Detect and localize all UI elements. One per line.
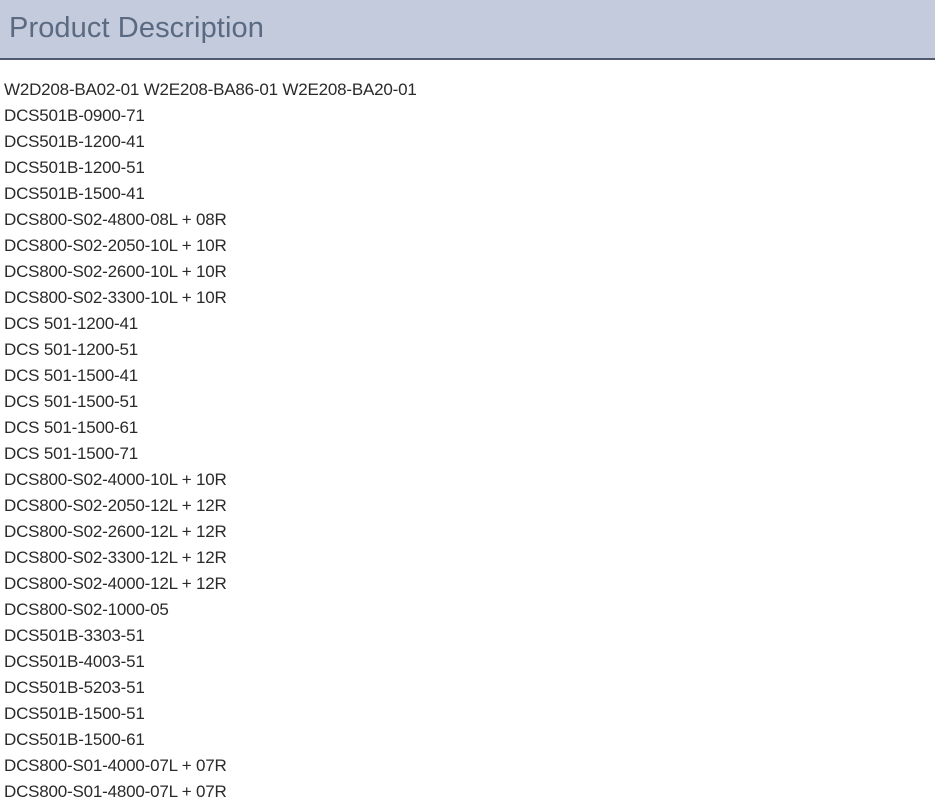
product-item: DCS501B-1500-41 [4,184,145,203]
product-item: DCS501B-1500-51 [4,704,145,723]
product-item: DCS501B-4003-51 [4,652,145,671]
product-description-page: Product Description W2D208-BA02-01 W2E20… [0,0,935,804]
product-item: DCS 501-1500-71 [4,444,139,463]
section-title: Product Description [9,12,264,44]
product-item: DCS800-S02-2050-10L + 10R [4,236,227,255]
product-item: DCS501B-3303-51 [4,626,145,645]
product-item: DCS 501-1200-51 [4,340,139,359]
product-item: DCS800-S01-4800-07L + 07R [4,782,227,801]
product-item: DCS800-S02-4000-12L + 12R [4,574,227,593]
product-item: DCS501B-5203-51 [4,678,145,697]
product-item: DCS 501-1500-61 [4,418,139,437]
product-item: DCS501B-1200-51 [4,158,145,177]
product-item: DCS800-S02-2050-12L + 12R [4,496,227,515]
product-item: DCS501B-1500-61 [4,730,145,749]
product-item: DCS800-S02-4800-08L + 08R [4,210,227,229]
product-item: DCS800-S02-3300-12L + 12R [4,548,227,567]
product-item: DCS501B-0900-71 [4,106,145,125]
product-item: DCS 501-1200-41 [4,314,139,333]
product-item: DCS800-S02-1000-05 [4,600,169,619]
product-item: DCS800-S02-2600-10L + 10R [4,262,227,281]
product-item: DCS800-S02-4000-10L + 10R [4,470,227,489]
product-item: DCS 501-1500-41 [4,366,139,385]
product-list: W2D208-BA02-01 W2E208-BA86-01 W2E208-BA2… [4,77,417,804]
product-item: DCS800-S01-4000-07L + 07R [4,756,227,775]
section-header: Product Description [0,0,935,60]
product-item: DCS501B-1200-41 [4,132,145,151]
product-item: DCS 501-1500-51 [4,392,139,411]
product-item: W2D208-BA02-01 W2E208-BA86-01 W2E208-BA2… [4,80,417,99]
product-item: DCS800-S02-3300-10L + 10R [4,288,227,307]
product-item: DCS800-S02-2600-12L + 12R [4,522,227,541]
